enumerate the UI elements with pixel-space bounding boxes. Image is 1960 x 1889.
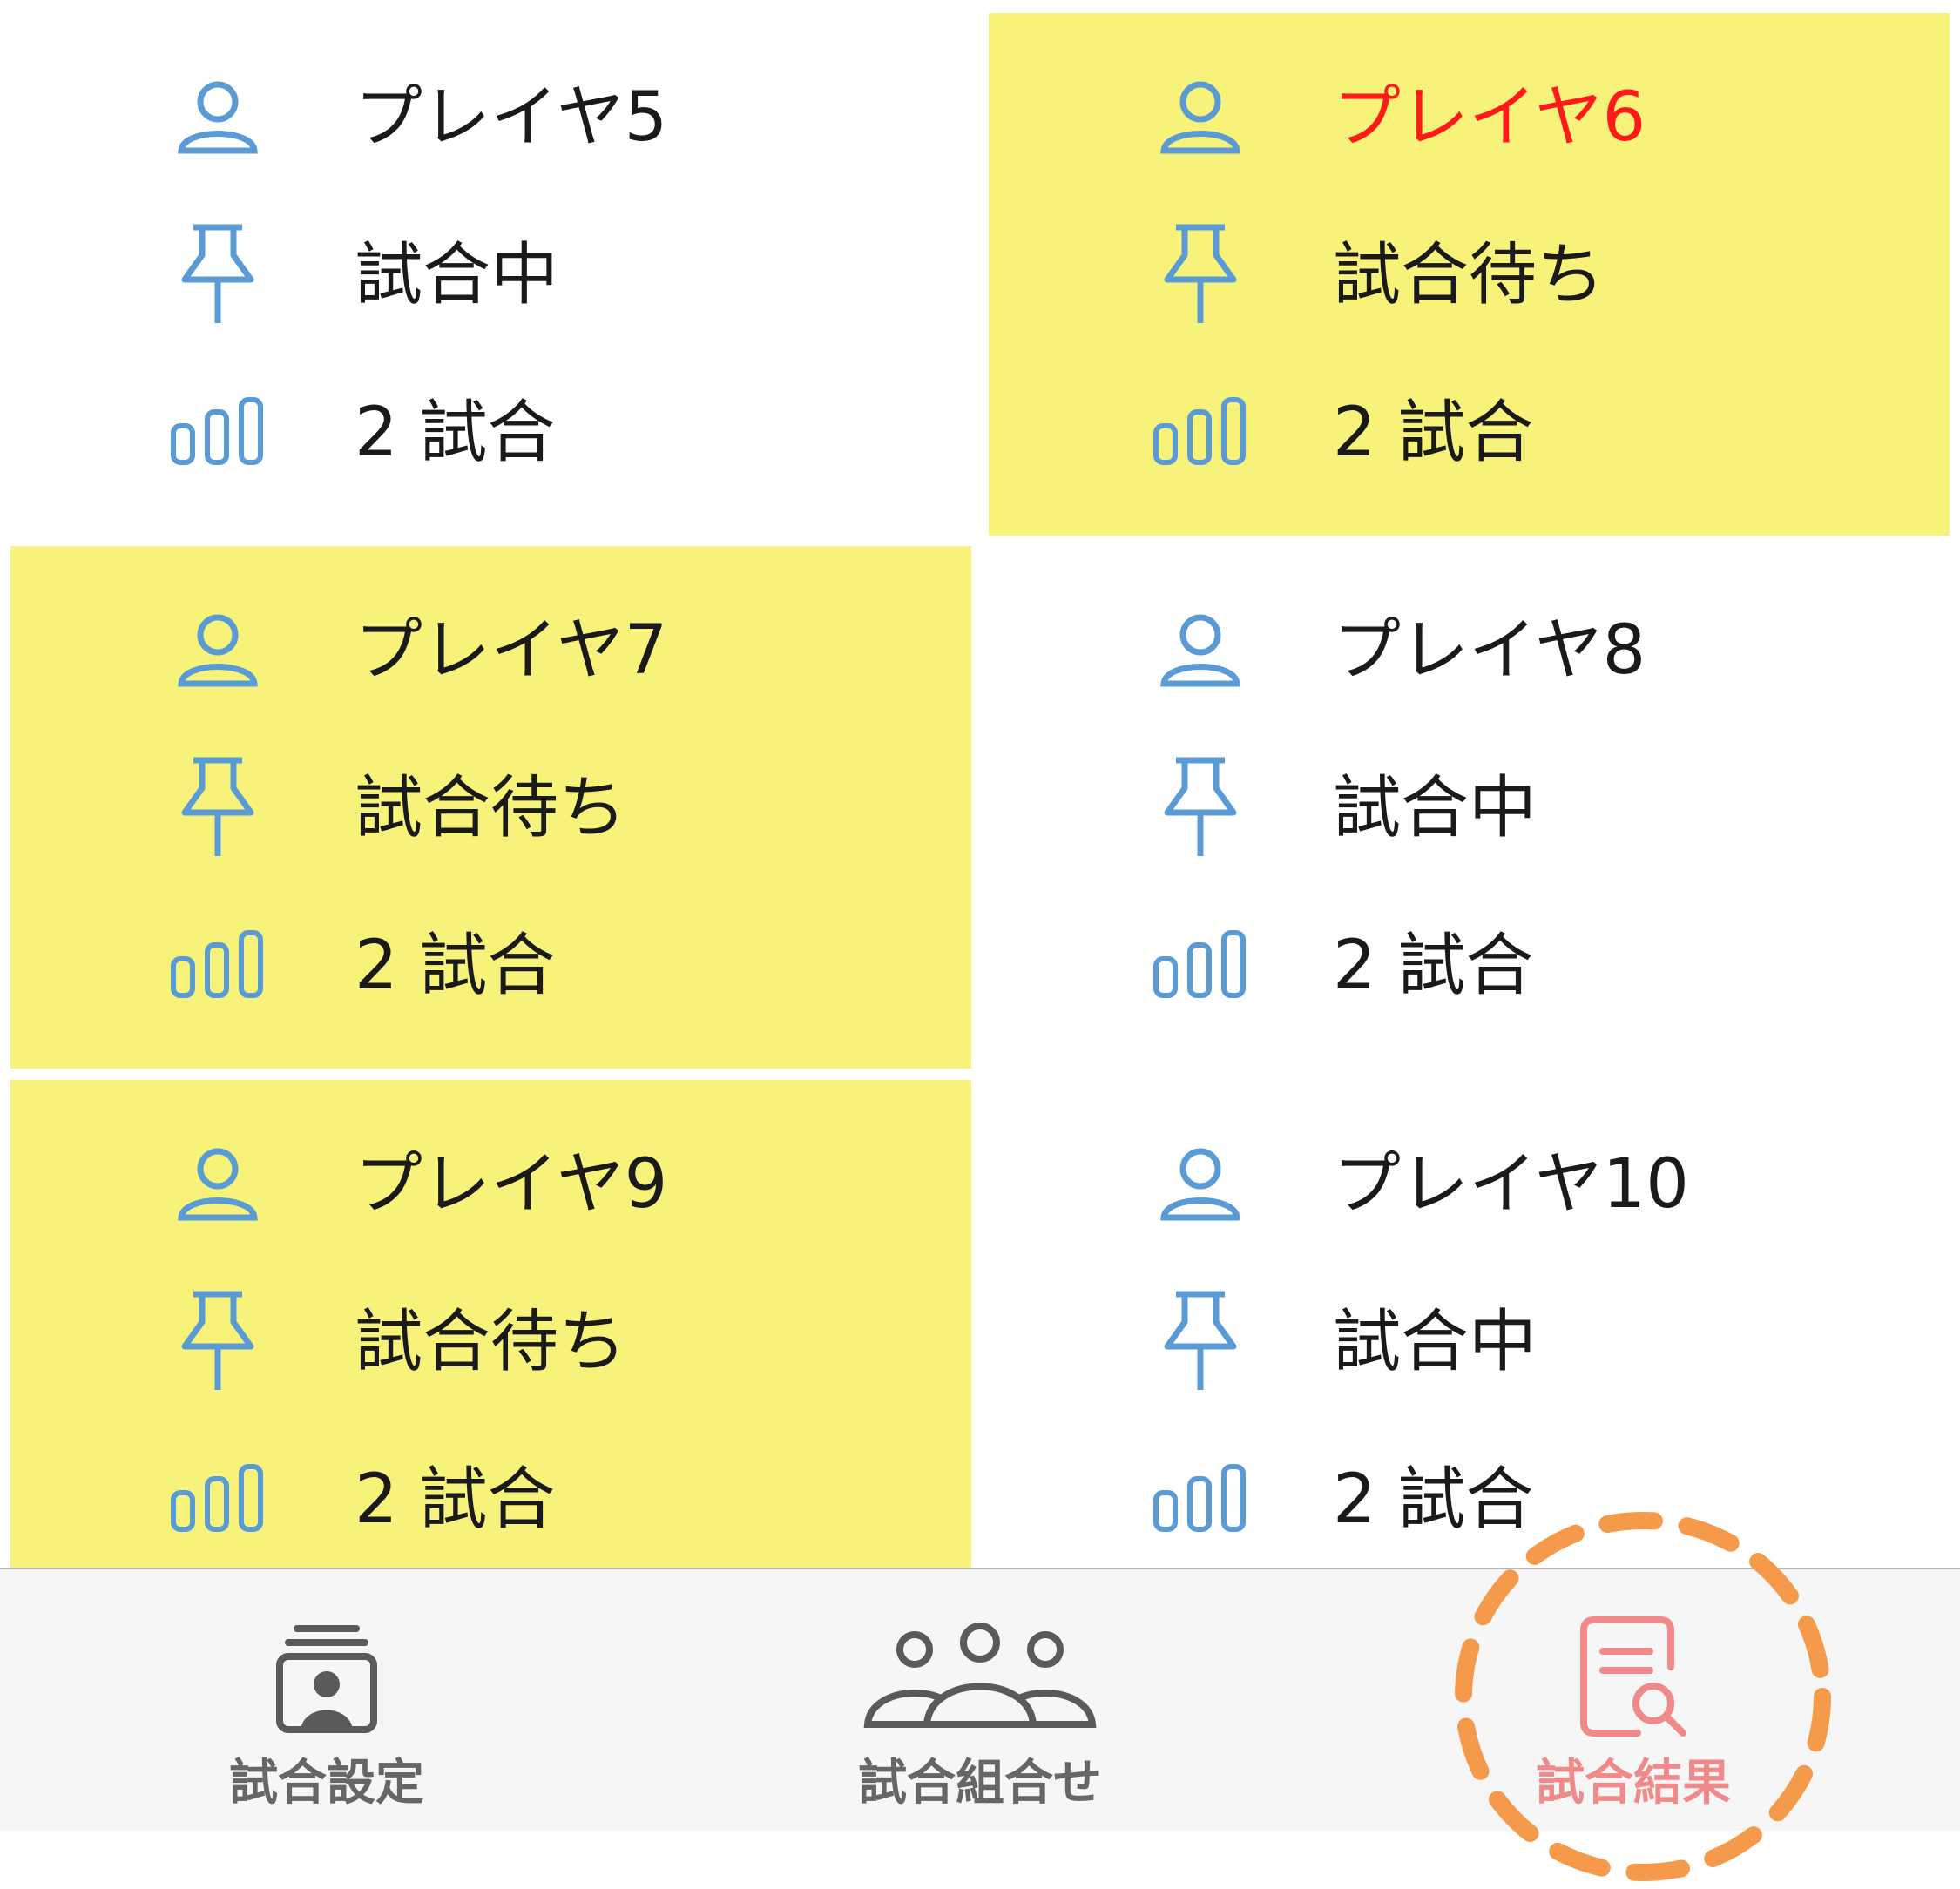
person-icon [170,598,266,703]
player-card[interactable]: プレイヤ6 試合待ち 2 試合 [989,13,1950,536]
tab-match-settings[interactable]: 試合設定 [0,1569,653,1831]
player-card[interactable]: プレイヤ8 試合中 2 試合 [989,546,1950,1069]
group-icon [653,1613,1307,1744]
pin-icon [170,1289,266,1393]
player-status: 試合待ち [355,1303,627,1381]
tab-label: 試合設定 [229,1755,424,1811]
match-count: 2 試合 [1333,927,1534,1005]
tab-label: 試合組合せ [858,1755,1102,1811]
person-icon [170,65,266,170]
player-card[interactable]: プレイヤ5 試合中 2 試合 [0,0,971,533]
player-name: プレイヤ5 [355,78,668,157]
person-icon [170,1132,266,1237]
bar-chart-icon [170,912,266,1016]
bottom-tab-bar: 試合設定 試合組合せ 試合結果 [0,1568,1960,1831]
bar-chart-icon [1152,912,1248,1016]
pin-icon [1152,222,1248,327]
bar-chart-icon [1152,1446,1248,1550]
bar-chart-icon [170,379,266,483]
player-card[interactable]: プレイヤ9 試合待ち 2 試合 [10,1080,971,1568]
player-card[interactable]: プレイヤ7 試合待ち 2 試合 [10,546,971,1069]
player-name: プレイヤ8 [1333,611,1646,690]
player-status: 試合待ち [1333,236,1605,314]
player-name: プレイヤ7 [355,611,668,690]
player-name: プレイヤ10 [1333,1145,1689,1224]
bar-chart-icon [1152,379,1248,483]
results-document-search-icon [1307,1613,1960,1744]
player-status: 試合中 [1333,1303,1538,1381]
player-name: プレイヤ6 [1333,78,1646,157]
player-status: 試合待ち [355,769,627,847]
pin-icon [1152,755,1248,860]
match-settings-icon [0,1613,653,1744]
player-name: プレイヤ9 [355,1145,668,1224]
match-count: 2 試合 [1333,1461,1534,1539]
pin-icon [170,755,266,860]
match-count: 2 試合 [355,927,556,1005]
pin-icon [170,222,266,327]
bar-chart-icon [170,1446,266,1550]
player-grid: プレイヤ5 試合中 2 試合 プレイヤ6 試合待ち 2 試合 プレイヤ7 試合待… [0,0,1960,1568]
match-count: 2 試合 [1333,394,1534,472]
person-icon [1152,1132,1248,1237]
tab-match-results[interactable]: 試合結果 [1307,1569,1960,1831]
pin-icon [1152,1289,1248,1393]
person-icon [1152,65,1248,170]
player-status: 試合中 [355,236,559,314]
match-count: 2 試合 [355,1461,556,1539]
player-card[interactable]: プレイヤ10 試合中 2 試合 [989,1080,1950,1568]
tab-label: 試合結果 [1536,1755,1731,1811]
person-icon [1152,598,1248,703]
tab-match-pairing[interactable]: 試合組合せ [653,1569,1307,1831]
match-count: 2 試合 [355,394,556,472]
player-status: 試合中 [1333,769,1538,847]
